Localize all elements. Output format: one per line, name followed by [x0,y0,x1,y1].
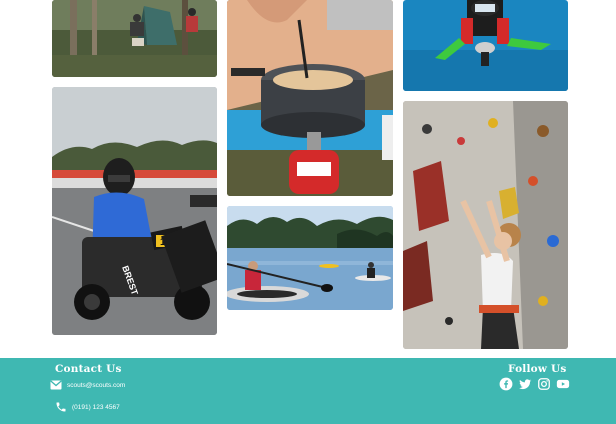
camping-photo[interactable] [52,0,217,77]
youtube-icon[interactable] [556,377,570,391]
envelope-icon [50,380,62,390]
phone-number[interactable]: (0191) 123 4567 [72,404,120,411]
kayaking-photo[interactable] [227,206,393,310]
follow-heading: Follow Us [508,363,567,375]
karting-photo[interactable]: 14 BREST [52,87,217,335]
instagram-icon[interactable] [537,377,551,391]
email-row[interactable]: scouts@scouts.com [50,380,125,390]
cooking-photo[interactable] [227,0,393,196]
twitter-icon[interactable] [518,377,532,391]
contact-heading: Contact Us [55,363,122,375]
facebook-icon[interactable] [499,377,513,391]
photo-gallery: 14 BREST [0,0,616,358]
climbing-photo[interactable] [403,101,568,349]
social-links [499,377,570,391]
email-link[interactable]: scouts@scouts.com [67,382,125,389]
phone-row[interactable]: (0191) 123 4567 [55,401,120,413]
diving-photo[interactable] [403,0,568,91]
phone-icon [56,402,66,412]
site-footer: Contact Us scouts@scouts.com (0191) 123 … [0,358,616,424]
